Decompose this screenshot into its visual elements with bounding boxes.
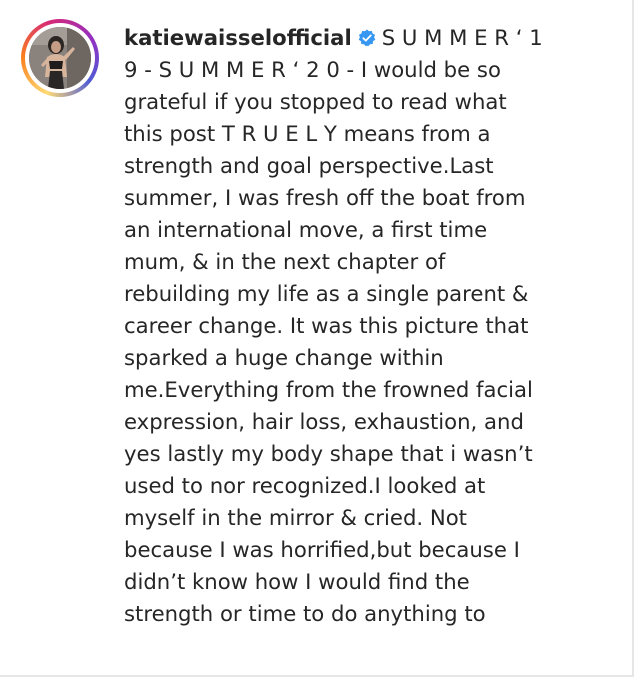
caption-line: me.Everything from the frowned facial <box>124 377 533 402</box>
verified-badge-icon <box>358 29 376 47</box>
caption-line: strength or time to do anything to <box>124 601 486 626</box>
caption-line: yes lastly my body shape that i wasn’t <box>124 441 533 466</box>
caption-line: career change. It was this picture that <box>124 313 529 338</box>
caption-line: 9 - S U M M E R ‘ 2 0 - I would be so <box>124 57 501 82</box>
post-caption: katiewaisselofficial S U M M E R ‘ 1 9 - … <box>124 22 622 630</box>
caption-line: didn’t know how I would find the <box>124 569 470 594</box>
caption-line: myself in the mirror & cried. Not <box>124 505 467 530</box>
caption-card: katiewaisselofficial S U M M E R ‘ 1 9 - … <box>0 0 634 677</box>
caption-line: grateful if you stopped to read what <box>124 89 507 114</box>
avatar[interactable] <box>21 19 99 97</box>
caption-line: because I was horrified,but because I <box>124 537 520 562</box>
caption-line: sparked a huge change within <box>124 345 444 370</box>
caption-first-line: katiewaisselofficial S U M M E R ‘ 1 <box>124 22 622 54</box>
caption-line: expression, hair loss, exhaustion, and <box>124 409 524 434</box>
caption-line: strength and goal perspective.Last <box>124 153 494 178</box>
caption-line: rebuilding my life as a single parent & <box>124 281 529 306</box>
caption-line: summer, I was fresh off the boat from <box>124 185 526 210</box>
caption-line: used to nor recognized.I looked at <box>124 473 486 498</box>
avatar-photo <box>29 27 91 89</box>
profile-photo-icon <box>29 27 91 89</box>
caption-text: S U M M E R ‘ 1 <box>381 25 543 50</box>
username-link[interactable]: katiewaisselofficial <box>124 25 352 50</box>
caption-line: mum, & in the next chapter of <box>124 249 446 274</box>
caption-line: this post T R U E L Y means from a <box>124 121 491 146</box>
caption-line: an international move, a first time <box>124 217 488 242</box>
